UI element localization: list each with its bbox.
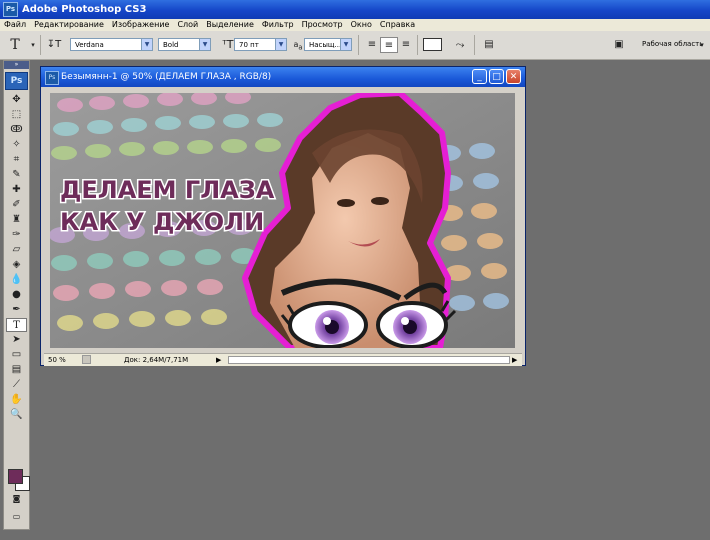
panel-collapse-icon[interactable]: » bbox=[4, 61, 29, 69]
align-right-icon[interactable]: ≡ bbox=[397, 37, 415, 53]
zoom-level[interactable]: 50 % bbox=[48, 354, 66, 366]
slice-tool-icon[interactable]: ✎ bbox=[6, 168, 27, 182]
photoshop-app-icon: Ps bbox=[3, 2, 18, 17]
pen-tool-icon[interactable]: ✒ bbox=[6, 303, 27, 317]
document-title: Безымянн-1 @ 50% (ДЕЛАЕМ ГЛАЗА , RGB/8) bbox=[61, 72, 272, 82]
blur-tool-icon[interactable]: 💧 bbox=[6, 273, 27, 287]
history-brush-tool-icon[interactable]: ✑ bbox=[6, 228, 27, 242]
font-family-value: Verdana bbox=[75, 41, 104, 49]
align-left-icon[interactable]: ≡ bbox=[363, 37, 381, 53]
workspace-icon[interactable]: ▣ bbox=[610, 37, 628, 53]
chevron-down-icon: ▼ bbox=[199, 39, 210, 50]
menu-item-select[interactable]: Выделение bbox=[202, 19, 258, 31]
quick-mask-icon[interactable]: ◙ bbox=[6, 492, 27, 506]
document-ps-icon: Ps bbox=[45, 71, 59, 85]
hand-tool-icon[interactable]: ✋ bbox=[6, 393, 27, 407]
canvas-artwork: ДЕЛАЕМ ГЛАЗА КАК У ДЖОЛИ bbox=[50, 93, 515, 348]
align-center-icon[interactable]: ≡ bbox=[380, 37, 398, 53]
menu-bar: Файл Редактирование Изображение Слой Выд… bbox=[0, 19, 710, 31]
antialias-value: Насыщ... bbox=[309, 41, 342, 49]
path-selection-tool-icon[interactable]: ➤ bbox=[6, 333, 27, 347]
antialias-glyph-sub: a bbox=[298, 43, 303, 52]
type-tool-icon[interactable]: T bbox=[6, 318, 27, 332]
text-color-swatch[interactable] bbox=[423, 38, 442, 51]
options-divider bbox=[358, 35, 359, 55]
palettes-icon[interactable]: ▤ bbox=[480, 37, 498, 53]
menu-item-window[interactable]: Окно bbox=[347, 19, 376, 31]
font-size-select[interactable]: 70 пт ▼ bbox=[234, 38, 287, 51]
headline-line-2[interactable]: КАК У ДЖОЛИ bbox=[59, 207, 266, 238]
notes-tool-icon[interactable]: ▤ bbox=[6, 363, 27, 377]
photoshop-logo: Ps bbox=[5, 72, 28, 90]
tools-panel: » Ps ✥ ⬚ ↂ ✧ ⌗ ✎ ✚ ✐ ♜ ✑ ▱ ◈ 💧 ● ✒ T ➤ ▭… bbox=[3, 60, 30, 530]
chevron-down-icon[interactable]: ▾ bbox=[697, 37, 707, 53]
magic-wand-tool-icon[interactable]: ✧ bbox=[6, 138, 27, 152]
options-divider bbox=[40, 35, 41, 55]
document-size-info: Док: 2,64M/7,71M bbox=[124, 356, 189, 364]
minimize-button[interactable]: _ bbox=[472, 69, 487, 84]
screen-mode-icon[interactable]: ▭ bbox=[6, 510, 27, 524]
brush-tool-icon[interactable]: ✐ bbox=[6, 198, 27, 212]
document-title-bar[interactable]: Ps Безымянн-1 @ 50% (ДЕЛАЕМ ГЛАЗА , RGB/… bbox=[41, 67, 525, 87]
close-button[interactable]: ✕ bbox=[506, 69, 521, 84]
document-status-bar: 50 % Док: 2,64M/7,71M ▶ ▶ bbox=[44, 353, 522, 366]
chevron-down-icon: ▼ bbox=[340, 39, 351, 50]
horizontal-scrollbar[interactable] bbox=[228, 356, 510, 364]
scroll-right-icon[interactable]: ▶ bbox=[512, 354, 517, 366]
chevron-down-icon: ▼ bbox=[141, 39, 152, 50]
font-style-value: Bold bbox=[163, 41, 179, 49]
eyedropper-tool-icon[interactable]: ⟋ bbox=[6, 378, 27, 392]
foreground-color-swatch[interactable] bbox=[8, 469, 23, 484]
options-divider bbox=[474, 35, 475, 55]
menu-item-help[interactable]: Справка bbox=[376, 19, 419, 31]
menu-item-view[interactable]: Просмотр bbox=[298, 19, 347, 31]
document-window: Ps Безымянн-1 @ 50% (ДЕЛАЕМ ГЛАЗА , RGB/… bbox=[40, 66, 526, 366]
workspace-label[interactable]: Рабочая область bbox=[642, 40, 703, 48]
image-canvas[interactable]: ДЕЛАЕМ ГЛАЗА КАК У ДЖОЛИ bbox=[50, 93, 515, 348]
app-title-bar: Ps Adobe Photoshop CS3 bbox=[0, 0, 710, 19]
zoom-tool-icon[interactable]: 🔍 bbox=[6, 408, 27, 422]
text-orientation-icon[interactable]: ↧T bbox=[45, 37, 63, 53]
type-tool-preset-icon[interactable]: T bbox=[6, 37, 24, 53]
options-divider bbox=[417, 35, 418, 55]
status-info-icon[interactable] bbox=[82, 355, 91, 364]
eraser-tool-icon[interactable]: ▱ bbox=[6, 243, 27, 257]
menu-item-file[interactable]: Файл bbox=[0, 19, 30, 31]
menu-item-image[interactable]: Изображение bbox=[108, 19, 174, 31]
clone-stamp-tool-icon[interactable]: ♜ bbox=[6, 213, 27, 227]
move-tool-icon[interactable]: ✥ bbox=[6, 93, 27, 107]
chevron-down-icon: ▼ bbox=[275, 39, 286, 50]
maximize-button[interactable]: □ bbox=[489, 69, 504, 84]
status-menu-arrow-icon[interactable]: ▶ bbox=[216, 354, 221, 366]
warp-text-icon[interactable]: ⤳ bbox=[451, 37, 469, 53]
menu-item-edit[interactable]: Редактирование bbox=[30, 19, 108, 31]
healing-brush-tool-icon[interactable]: ✚ bbox=[6, 183, 27, 197]
menu-item-filter[interactable]: Фильтр bbox=[258, 19, 298, 31]
options-bar: T ▾ ↧T Verdana ▼ Bold ▼ ᵀT 70 пт ▼ aa На… bbox=[0, 31, 710, 60]
paint-bucket-tool-icon[interactable]: ◈ bbox=[6, 258, 27, 272]
dodge-tool-icon[interactable]: ● bbox=[6, 288, 27, 302]
antialias-select[interactable]: Насыщ... ▼ bbox=[304, 38, 352, 51]
crop-tool-icon[interactable]: ⌗ bbox=[6, 153, 27, 167]
lasso-tool-icon[interactable]: ↂ bbox=[6, 123, 27, 137]
menu-item-layer[interactable]: Слой bbox=[173, 19, 202, 31]
marquee-tool-icon[interactable]: ⬚ bbox=[6, 108, 27, 122]
app-title: Adobe Photoshop CS3 bbox=[22, 4, 147, 15]
font-family-select[interactable]: Verdana ▼ bbox=[70, 38, 153, 51]
font-size-value: 70 пт bbox=[239, 41, 259, 49]
headline-line-1[interactable]: ДЕЛАЕМ ГЛАЗА bbox=[59, 175, 277, 206]
shape-tool-icon[interactable]: ▭ bbox=[6, 348, 27, 362]
font-style-select[interactable]: Bold ▼ bbox=[158, 38, 211, 51]
